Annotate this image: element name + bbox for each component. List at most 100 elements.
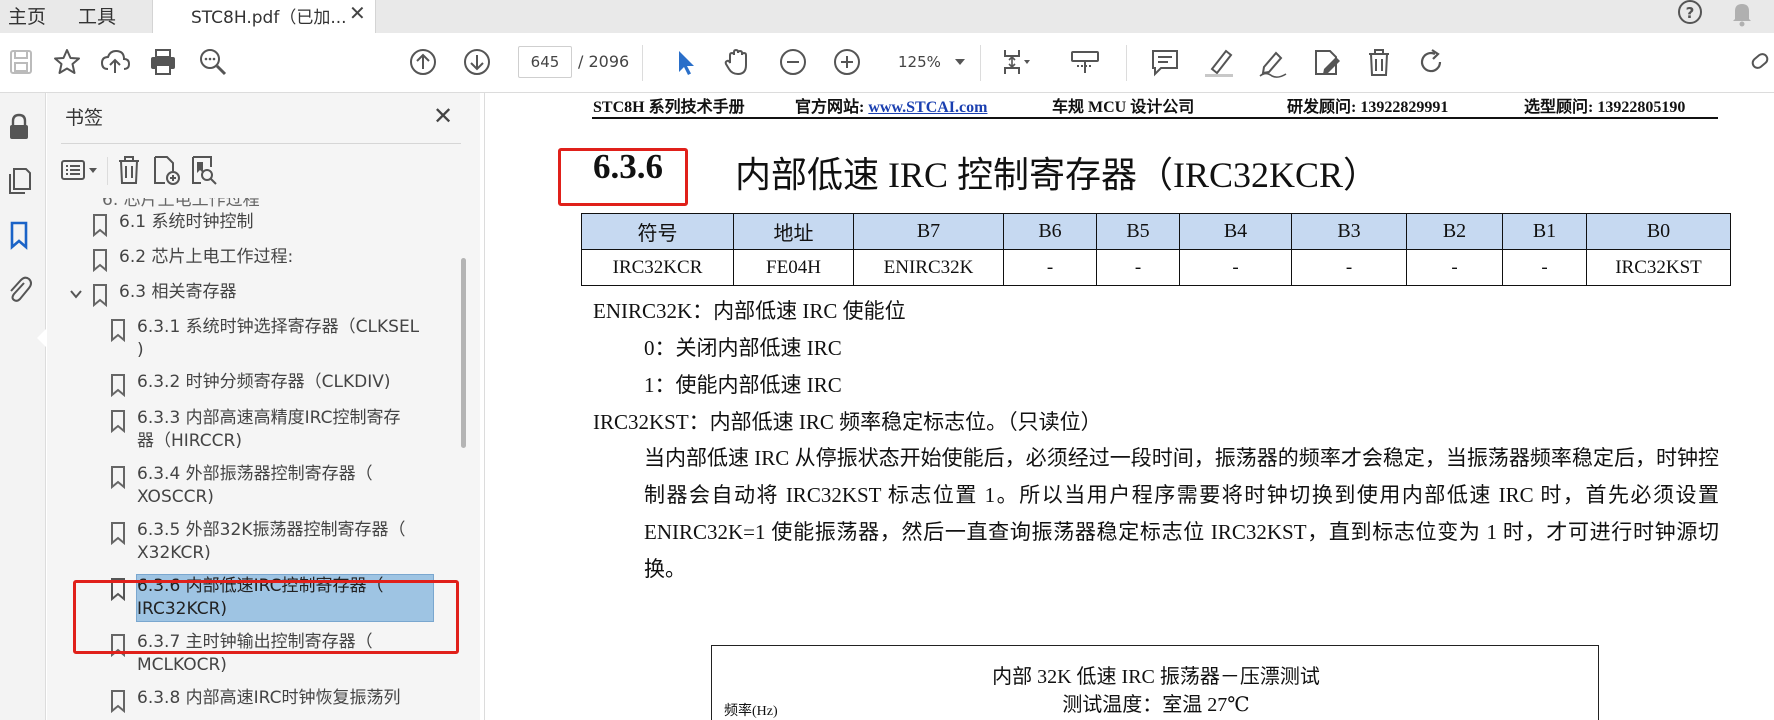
doc-header-rule	[592, 117, 1718, 119]
lock-icon[interactable]	[3, 111, 35, 143]
delete-bookmark-icon[interactable]	[113, 153, 147, 187]
page-number-input[interactable]: 645	[518, 46, 572, 78]
bookmark-label-cont: X32KCR)	[137, 543, 211, 563]
bell-icon[interactable]	[1728, 0, 1756, 28]
bookmark-icon	[111, 374, 125, 397]
table-cell: -	[1179, 249, 1292, 286]
table-row: IRC32KCR FE04H ENIRC32K - - - - - - IRC3…	[581, 249, 1731, 286]
panel-title: 书签	[65, 107, 104, 129]
bookmark-item[interactable]: 6.3.1 系统时钟选择寄存器（CLKSEL )	[47, 315, 462, 365]
bookmark-item[interactable]: 6.2 芯片上电工作过程:	[47, 245, 462, 275]
bookmark-label-cont: MCLKOCR)	[137, 655, 227, 675]
bookmark-item[interactable]: 6.3.8 内部高速IRC时钟恢复振荡列	[47, 686, 462, 716]
attachment-icon[interactable]	[3, 273, 35, 305]
bookmark-item[interactable]: 6.3.4 外部振荡器控制寄存器（ XOSCCR)	[47, 462, 462, 512]
table-header: 符号	[581, 213, 734, 250]
chart-frame: 内部 32K 低速 IRC 振荡器－压漂测试 测试温度：室温 27℃ 频率(Hz…	[711, 645, 1599, 720]
table-header: B4	[1179, 213, 1292, 250]
chart-title: 内部 32K 低速 IRC 振荡器－压漂测试	[992, 666, 1320, 688]
page-down-icon[interactable]	[460, 45, 494, 79]
doc-header-site-link[interactable]: www.STCAI.com	[868, 99, 987, 116]
bookmark-icon	[93, 284, 107, 307]
register-table: 符号 地址 B7 B6 B5 B4 B3 B2 B1 B0 IRC32KCR F…	[581, 213, 1731, 286]
doc-header-manual: STC8H 系列技术手册	[593, 99, 745, 116]
page-fit-icon[interactable]	[998, 45, 1032, 79]
bookmark-label: 6.2 芯片上电工作过程:	[119, 247, 294, 267]
select-cursor-icon[interactable]	[668, 45, 702, 79]
table-header: B6	[1003, 213, 1097, 250]
zoom-in-icon[interactable]	[830, 45, 864, 79]
zoom-out-icon[interactable]	[776, 45, 810, 79]
table-header: B5	[1096, 213, 1180, 250]
tab-tools[interactable]: 工具	[78, 2, 116, 29]
marquee-icon[interactable]	[1068, 45, 1102, 79]
delete-icon[interactable]	[1362, 45, 1396, 79]
comment-icon[interactable]	[1148, 45, 1182, 79]
toolbar: 645 / 2096 125%	[0, 33, 1774, 93]
panel-close-icon[interactable]: ✕	[433, 102, 453, 130]
link-icon[interactable]	[1748, 45, 1774, 79]
doc-header-company: 车规 MCU 设计公司	[1052, 99, 1195, 116]
search-zoom-icon[interactable]	[196, 45, 230, 79]
field-enirc-0: 0：关闭内部低速 IRC	[644, 336, 842, 360]
table-header: B7	[853, 213, 1004, 250]
table-cell: -	[1406, 249, 1503, 286]
bookmark-item[interactable]: 6.3.2 时钟分频寄存器（CLKDIV)	[47, 370, 462, 400]
bookmark-options-icon[interactable]	[59, 153, 103, 187]
zoom-value: 125%	[898, 53, 941, 71]
bookmark-icon	[111, 522, 125, 545]
chart-subtitle: 测试温度：室温 27℃	[1062, 694, 1250, 716]
page-total: / 2096	[578, 52, 630, 71]
highlight-icon[interactable]	[1202, 45, 1236, 79]
tab-close-icon[interactable]: ✕	[349, 1, 366, 25]
sign-icon[interactable]	[1256, 45, 1290, 79]
bookmark-item[interactable]: 6.1 系统时钟控制	[47, 210, 462, 240]
section-title: 内部低速 IRC 控制寄存器（IRC32KCR）	[735, 155, 1380, 195]
chart-ylabel: 频率(Hz)	[724, 704, 778, 719]
table-cell: -	[1096, 249, 1180, 286]
list-item[interactable]: 6. 芯片上电工作过程	[47, 198, 462, 210]
bookmark-label: 6.3.1 系统时钟选择寄存器（CLKSEL	[137, 317, 420, 337]
table-cell: -	[1003, 249, 1097, 286]
bookmark-icon[interactable]	[3, 219, 35, 251]
hand-icon[interactable]	[720, 45, 754, 79]
chevron-down-icon[interactable]	[69, 288, 83, 300]
bookmark-icon	[111, 466, 125, 489]
doc-header-site: 官方网站: www.STCAI.com	[795, 93, 987, 117]
table-header: B3	[1291, 213, 1407, 250]
star-icon[interactable]	[50, 45, 84, 79]
cloud-upload-icon[interactable]	[98, 45, 132, 79]
bookmark-item[interactable]: 6.3.3 内部高速高精度IRC控制寄存 器（HIRCCR)	[47, 406, 462, 456]
page-up-icon[interactable]	[406, 45, 440, 79]
toolbar-divider	[642, 45, 643, 81]
table-cell: -	[1291, 249, 1407, 286]
bookmark-item[interactable]: 6.3.5 外部32K振荡器控制寄存器（ X32KCR)	[47, 518, 462, 568]
bookmark-icon	[111, 319, 125, 342]
field-enirc-title: ENIRC32K：内部低速 IRC 使能位	[593, 299, 906, 323]
print-icon[interactable]	[146, 45, 180, 79]
pages-icon[interactable]	[3, 165, 35, 197]
bookmark-item[interactable]: 6.3 相关寄存器	[47, 280, 462, 310]
field-enirc-1: 1：使能内部低速 IRC	[644, 373, 842, 397]
doc-header-rd: 研发顾问: 13922829991	[1287, 99, 1449, 116]
rotate-icon[interactable]	[1414, 45, 1448, 79]
bookmark-search-icon[interactable]	[187, 153, 221, 187]
edit-icon[interactable]	[1310, 45, 1344, 79]
chevron-down-icon[interactable]	[955, 59, 965, 65]
bookmark-icon	[111, 690, 125, 713]
help-icon[interactable]: ?	[1676, 0, 1704, 28]
panel-scrollbar[interactable]	[461, 258, 466, 448]
table-cell: ENIRC32K	[853, 249, 1004, 286]
table-cell: -	[1502, 249, 1587, 286]
doc-header-site-label: 官方网站:	[795, 99, 869, 116]
bookmark-label: 6.3.8 内部高速IRC时钟恢复振荡列	[137, 688, 401, 708]
tab-document[interactable]: STC8H.pdf（已加... ✕	[152, 0, 376, 33]
add-bookmark-icon[interactable]	[149, 153, 183, 187]
table-header: B1	[1502, 213, 1587, 250]
tab-home[interactable]: 主页	[8, 2, 46, 29]
table-cell: IRC32KCR	[581, 249, 734, 286]
save-icon[interactable]	[4, 45, 38, 79]
panel-tool-divider	[107, 157, 108, 185]
bookmark-icon	[93, 214, 107, 237]
field-irckst-title: IRC32KST：内部低速 IRC 频率稳定标志位。（只读位）	[593, 410, 1102, 434]
